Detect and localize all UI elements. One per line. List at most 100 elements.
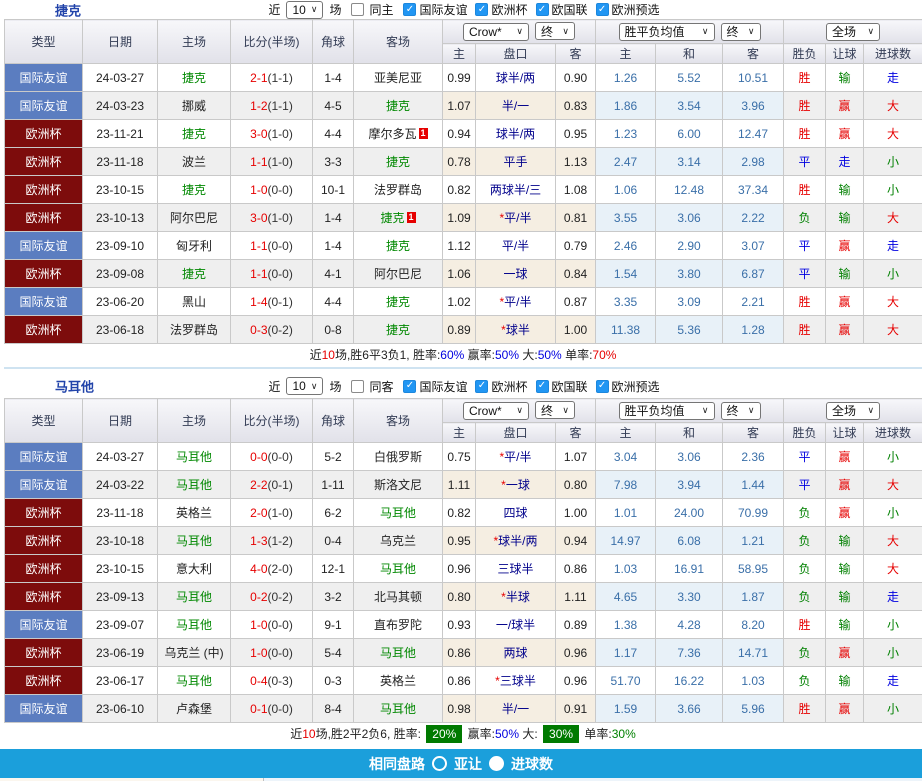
result-wdl: 负	[784, 204, 826, 232]
games-count-select[interactable]: 10∨	[286, 377, 323, 395]
league-filter-checkbox[interactable]: ✓	[475, 3, 488, 16]
league-filter-checkbox[interactable]: ✓	[536, 380, 549, 393]
odds-home: 0.96	[443, 555, 476, 583]
away-team-name: 捷克	[386, 295, 410, 309]
avg-time-select[interactable]: 终∨	[721, 402, 761, 420]
scope-select[interactable]: 全场∨	[826, 23, 880, 41]
league-filter-label: 欧洲杯	[491, 1, 527, 18]
odds-group-header: Crow*∨ 终∨	[443, 20, 596, 44]
match-row: 欧洲杯23-09-13马耳他0-2(0-2)3-2北马其顿0.80*半球1.11…	[5, 583, 922, 611]
summary-segment: 单率:	[562, 348, 593, 362]
odds-company-select[interactable]: Crow*∨	[463, 402, 529, 420]
avg-home: 11.38	[596, 316, 656, 344]
select-value: 全场	[832, 402, 856, 419]
league-badge: 国际友谊	[5, 471, 83, 499]
half-time-score: (1-1)	[268, 71, 293, 85]
same-side-checkbox[interactable]	[351, 380, 364, 393]
result-goals: 大	[864, 120, 922, 148]
column-header: 比分(半场)	[231, 399, 313, 443]
home-team-name: 马耳他	[176, 450, 212, 464]
full-time-score: 0-3	[250, 323, 267, 337]
home-team: 马耳他	[158, 667, 231, 695]
radio-asian-handicap-icon[interactable]	[432, 756, 447, 771]
corner-score: 1-4	[313, 232, 354, 260]
league-filter-checkbox[interactable]: ✓	[596, 380, 609, 393]
chevron-down-icon: ∨	[867, 405, 874, 416]
corner-score: 9-1	[313, 611, 354, 639]
select-value: 10	[292, 3, 305, 17]
same-side-checkbox[interactable]	[351, 3, 364, 16]
avg-away: 58.95	[723, 555, 784, 583]
odds-away: 0.83	[556, 92, 596, 120]
odds-time-select[interactable]: 终∨	[535, 22, 575, 40]
avg-type-select[interactable]: 胜平负均值∨	[619, 23, 715, 41]
league-filter-label: 欧国联	[552, 378, 588, 395]
home-team: 匈牙利	[158, 232, 231, 260]
odds-time-select[interactable]: 终∨	[535, 401, 575, 419]
score-cell: 1-0(0-0)	[231, 176, 313, 204]
header-row-groups: 类型日期主场比分(半场)角球客场Crow*∨终∨胜平负均值∨终∨全场∨	[5, 20, 922, 44]
avg-type-select[interactable]: 胜平负均值∨	[619, 402, 715, 420]
handicap: 三球半	[476, 555, 556, 583]
full-time-score: 0-4	[250, 674, 267, 688]
result-goals: 走	[864, 64, 922, 92]
avg-away: 2.21	[723, 288, 784, 316]
half-time-score: (0-0)	[268, 239, 293, 253]
result-wdl: 胜	[784, 92, 826, 120]
odds-company-select[interactable]: Crow*∨	[463, 23, 529, 41]
avg-away: 12.47	[723, 120, 784, 148]
radio-goals-icon[interactable]	[489, 756, 504, 771]
league-filter-checkbox[interactable]: ✓	[596, 3, 609, 16]
league-filter-checkbox[interactable]: ✓	[536, 3, 549, 16]
league-filter-checkbox[interactable]: ✓	[475, 380, 488, 393]
avg-draw: 5.52	[656, 64, 723, 92]
odds-away: 0.86	[556, 555, 596, 583]
score-cell: 0-4(0-3)	[231, 667, 313, 695]
filter-controls: 近10∨场同客✓国际友谊✓欧洲杯✓欧国联✓欧洲预选	[4, 374, 922, 398]
result-wdl: 平	[784, 443, 826, 471]
games-label: 场	[329, 378, 341, 395]
result-wdl: 胜	[784, 288, 826, 316]
league-filter-checkbox[interactable]: ✓	[403, 3, 416, 16]
avg-draw: 2.90	[656, 232, 723, 260]
half-time-score: (0-0)	[268, 618, 293, 632]
handicap-text: 球半	[506, 323, 530, 337]
games-count-select[interactable]: 10 ∨	[286, 1, 323, 19]
home-team: 马耳他	[158, 527, 231, 555]
handicap-text: 球半/两	[496, 71, 535, 85]
corner-score: 0-8	[313, 316, 354, 344]
summary-segment: 20%	[426, 725, 462, 743]
result-wdl: 负	[784, 667, 826, 695]
result-wdl: 胜	[784, 611, 826, 639]
chevron-down-icon: ∨	[311, 4, 318, 15]
match-row: 欧洲杯23-10-15捷克1-0(0-0)10-1法罗群岛0.82两球半/三1.…	[5, 176, 922, 204]
result-wdl: 负	[784, 555, 826, 583]
score-cell: 1-2(1-1)	[231, 92, 313, 120]
result-goals: 小	[864, 639, 922, 667]
select-value: Crow*	[469, 25, 502, 39]
match-date: 23-10-18	[83, 527, 158, 555]
result-goals: 小	[864, 499, 922, 527]
match-row: 欧洲杯23-06-18法罗群岛0-3(0-2)0-8捷克0.89*球半1.001…	[5, 316, 922, 344]
away-team-name: 捷克	[386, 155, 410, 169]
select-value: 终	[541, 23, 553, 40]
handicap: *球半/两	[476, 527, 556, 555]
handicap: *一球	[476, 471, 556, 499]
avg-home: 3.35	[596, 288, 656, 316]
avg-draw: 6.00	[656, 120, 723, 148]
handicap-text: 平/半	[504, 211, 531, 225]
avg-time-select[interactable]: 终∨	[721, 23, 761, 41]
scope-select[interactable]: 全场 ∨	[826, 402, 880, 420]
avg-home: 1.86	[596, 92, 656, 120]
red-card-badge: 1	[407, 212, 416, 223]
away-team-name: 英格兰	[380, 674, 416, 688]
avg-draw: 5.36	[656, 316, 723, 344]
odds-away: 0.81	[556, 204, 596, 232]
away-team-name: 捷克	[386, 323, 410, 337]
away-team: 捷克	[354, 148, 443, 176]
avg-home: 1.54	[596, 260, 656, 288]
avg-home: 1.59	[596, 695, 656, 723]
league-badge: 国际友谊	[5, 611, 83, 639]
odds-away: 0.80	[556, 471, 596, 499]
league-filter-checkbox[interactable]: ✓	[403, 380, 416, 393]
